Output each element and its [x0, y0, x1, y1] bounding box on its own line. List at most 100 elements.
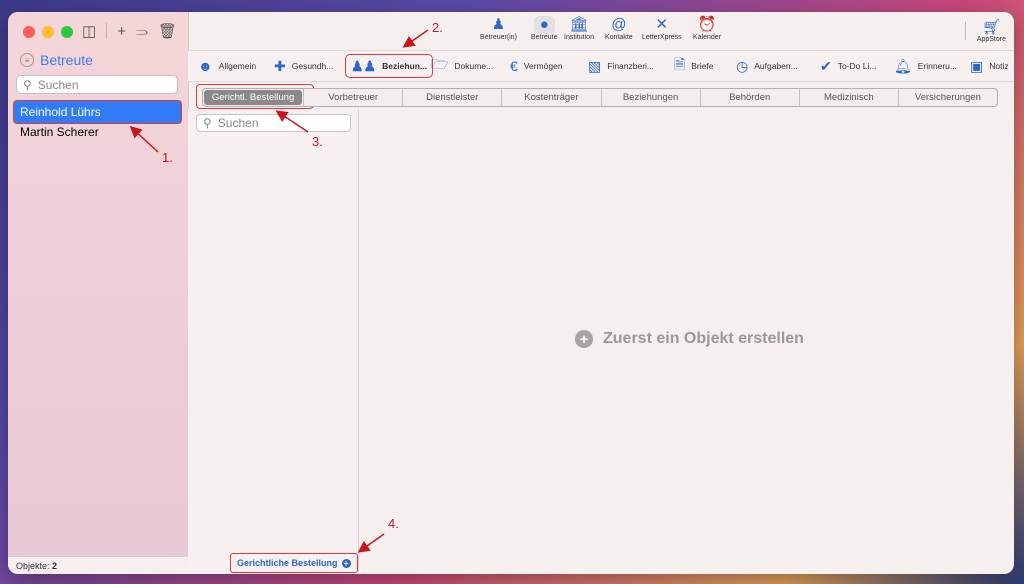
sidebar-item-label: Reinhold Lührs — [20, 105, 101, 119]
segment-kostentraeger[interactable]: Kostenträger — [501, 89, 600, 106]
sidebar-search-input[interactable]: ⚲ Suchen — [16, 75, 178, 94]
footer-label: Objekte: — [16, 560, 50, 571]
filter-icon[interactable]: ≡ — [20, 53, 34, 67]
cart-icon: 🛒︎ — [981, 19, 1001, 36]
search-icon: ⚲ — [203, 116, 212, 130]
toolbar-label: Kontakte — [605, 34, 633, 41]
tab-label: To-Do Li... — [837, 61, 877, 71]
euro-icon: € — [510, 58, 518, 74]
tab-label: Aufgaben... — [754, 61, 798, 71]
chart-icon: ▧ — [588, 57, 602, 74]
medical-kit-icon: ✚ — [274, 57, 286, 74]
people-icon: ♟♟ — [351, 57, 377, 74]
minimize-window-button[interactable] — [42, 26, 54, 38]
sidebar-title: Betreute — [40, 52, 93, 68]
zoom-window-button[interactable] — [61, 26, 73, 38]
tab-label: Vermögen — [523, 61, 563, 71]
tab-dokumente[interactable]: 🗁︎ Dokume... — [431, 55, 493, 77]
document-icon: 🗎︎ — [674, 56, 686, 72]
tab-label: Notiz — [989, 61, 1009, 71]
close-window-button[interactable] — [23, 26, 35, 38]
tab-label: Allgemein — [218, 61, 257, 71]
segment-beziehungen[interactable]: Beziehungen — [600, 89, 700, 106]
toolbar-betreuer-button[interactable]: ♟ Betreuer(in) — [480, 16, 517, 41]
tab-erinnerungen[interactable]: 🔔︎ Erinneru... — [894, 55, 957, 77]
search-placeholder: Suchen — [217, 116, 259, 130]
tab-aufgaben[interactable]: ◷ Aufgaben... — [736, 55, 798, 77]
tab-briefe[interactable]: 🗎︎ Briefe — [674, 55, 713, 77]
at-icon: @ — [611, 16, 627, 33]
alarm-icon: ⏰ — [697, 16, 717, 33]
add-button-label: Gerichtliche Bestellung — [237, 558, 338, 568]
sidebar-footer: Objekte: 2 — [8, 556, 188, 574]
appstore-label: AppStore — [976, 36, 1006, 43]
category-tabs: ☻ Allgemein ✚ Gesundh... ♟♟ Beziehun... 🗁︎ D… — [188, 50, 1014, 82]
toolbar-label: Kalender — [693, 34, 722, 41]
app-window: ◫ + ⥰ 🗑︎ ≡ Betreute ⚲ Suchen Reinhold Lü… — [8, 12, 1014, 574]
bell-icon: 🔔︎ — [894, 57, 912, 74]
toolbar-label: Betreute — [531, 34, 558, 41]
object-list-pane: ⚲ Suchen Gerichtliche Bestellung + — [188, 109, 359, 574]
edit-icon[interactable]: ⥰ — [136, 23, 148, 40]
tab-finanzberichte[interactable]: ▧ Finanzberi... — [588, 55, 654, 77]
main-area: ♟ Betreuer(in) ● Betreute 🏛︎ Institution… — [188, 12, 1014, 574]
toolbar-label: Institution — [564, 34, 594, 41]
search-icon: ⚲ — [23, 77, 32, 92]
divider — [965, 22, 966, 40]
sidebar: ◫ + ⥰ 🗑︎ ≡ Betreute ⚲ Suchen Reinhold Lü… — [8, 12, 189, 574]
sidebar-toolbar: ◫ + ⥰ 🗑︎ — [82, 22, 177, 41]
toolbar-label: Betreuer(in) — [480, 34, 517, 41]
sidebar-item-martin-scherer[interactable]: Martin Scherer — [14, 121, 181, 143]
toolbar-betreute-button[interactable]: ● Betreute — [531, 16, 557, 41]
list-search-input[interactable]: ⚲ Suchen — [196, 114, 351, 132]
tab-vermoegen[interactable]: € Vermögen — [510, 55, 563, 77]
sidebar-item-label: Martin Scherer — [20, 125, 99, 139]
checkmark-circle-icon: ✔ — [820, 57, 832, 74]
plus-circle-icon: + — [575, 330, 593, 348]
tab-beziehungen[interactable]: ♟♟ Beziehun... — [345, 54, 433, 78]
note-icon: ▣ — [970, 57, 984, 74]
segment-gerichtl-bestellung[interactable]: Gerichtl. Bestellung — [204, 90, 303, 105]
top-toolbar: ♟ Betreuer(in) ● Betreute 🏛︎ Institution… — [188, 12, 1014, 50]
window-controls — [23, 26, 73, 38]
add-gerichtliche-bestellung-button[interactable]: Gerichtliche Bestellung + — [230, 553, 358, 573]
x-logo-icon: ✕ — [655, 16, 669, 33]
tab-label: Dokume... — [454, 61, 494, 71]
toolbar-letterxpress-button[interactable]: ✕ LetterXpress — [642, 16, 682, 41]
plus-circle-icon: + — [341, 558, 351, 568]
toolbar-institution-button[interactable]: 🏛︎ Institution — [564, 16, 594, 41]
search-placeholder: Suchen — [37, 77, 79, 92]
tab-label: Beziehun... — [382, 61, 427, 71]
empty-state-text: Zuerst ein Objekt erstellen — [603, 330, 804, 347]
toolbar-kontakte-button[interactable]: @ Kontakte — [605, 16, 633, 41]
segment-behoerden[interactable]: Behörden — [699, 89, 799, 106]
tab-notiz[interactable]: ▣ Notiz — [970, 55, 1009, 77]
sidebar-header[interactable]: ≡ Betreute — [20, 52, 93, 68]
toolbar-label: LetterXpress — [642, 34, 682, 41]
sidebar-toggle-icon[interactable]: ◫ — [82, 22, 96, 40]
tab-label: Finanzberi... — [607, 61, 655, 71]
tab-todo-liste[interactable]: ✔ To-Do Li... — [820, 55, 876, 77]
person-badge-icon: ♟ — [491, 16, 506, 33]
add-icon[interactable]: + — [117, 23, 126, 40]
segment-dienstleister[interactable]: Dienstleister — [402, 89, 501, 106]
divider — [106, 23, 108, 39]
bank-icon: 🏛︎ — [569, 16, 589, 33]
annotation-label-1: 1. — [162, 150, 173, 165]
tab-label: Erinneru... — [917, 61, 957, 71]
trash-icon[interactable]: 🗑︎ — [158, 22, 177, 40]
appstore-button[interactable]: 🛒︎ AppStore — [977, 18, 1006, 43]
segment-vorbetreuer[interactable]: Vorbetreuer — [303, 89, 402, 106]
tab-gesundheit[interactable]: ✚ Gesundh... — [274, 55, 333, 77]
segment-medizinisch[interactable]: Medizinisch — [798, 89, 898, 106]
person-outline-icon: ☻ — [198, 58, 213, 74]
footer-count: 2 — [52, 560, 58, 571]
toolbar-kalender-button[interactable]: ⏰ Kalender — [693, 16, 721, 41]
clock-check-icon: ◷ — [736, 57, 749, 74]
empty-state[interactable]: + Zuerst ein Objekt erstellen — [575, 330, 804, 348]
tab-label: Briefe — [691, 61, 714, 71]
sidebar-item-reinhold-luehrs[interactable]: Reinhold Lührs — [13, 100, 182, 124]
tab-allgemein[interactable]: ☻ Allgemein — [198, 55, 256, 77]
annotation-label-4: 4. — [388, 516, 399, 531]
segment-versicherungen[interactable]: Versicherungen — [897, 89, 997, 106]
